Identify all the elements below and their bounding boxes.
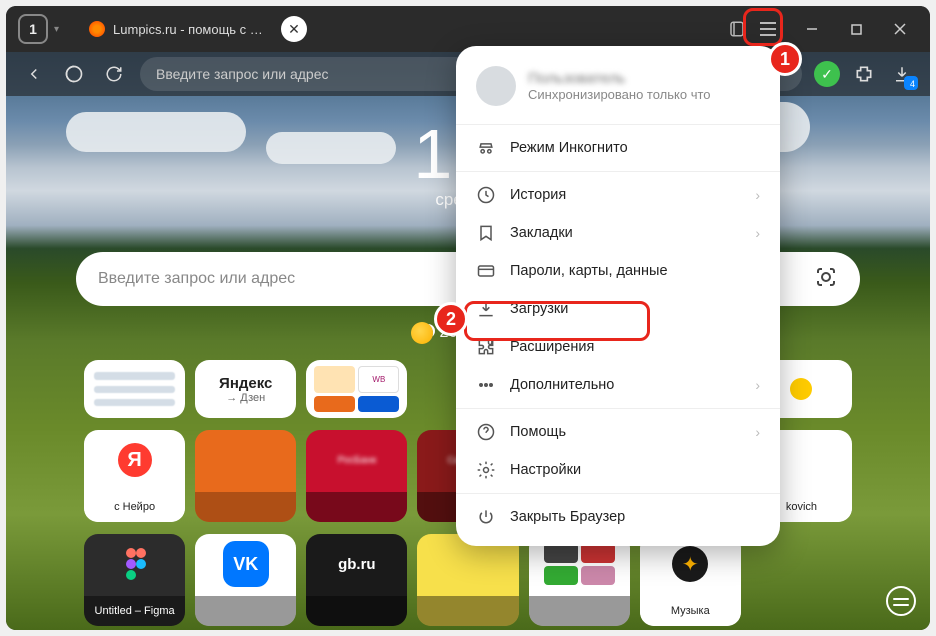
browser-window: 1 ▾ Lumpics.ru - помощь с ком ✕ [6,6,930,630]
menu-settings[interactable]: Настройки [456,451,780,489]
yandex-logo-icon: Я [118,443,152,477]
tile[interactable] [84,360,185,418]
tile[interactable]: WB [306,360,407,418]
reload-button[interactable] [100,60,128,88]
music-logo-icon: ✦ [672,546,708,582]
home-button[interactable] [60,60,88,88]
tab-counter[interactable]: 1 [18,14,48,44]
protect-shield-icon[interactable]: ✓ [814,61,840,87]
menu-user-section[interactable]: Пользователь Синхронизировано только что [456,62,780,120]
menu-history[interactable]: История› [456,176,780,214]
search-placeholder: Введите запрос или адрес [98,270,295,288]
maximize-button[interactable] [834,12,878,46]
download-count: 4 [910,79,915,89]
tile-neuro[interactable]: Яс Нейро [84,430,185,522]
chevron-right-icon: › [755,424,760,440]
power-icon [476,507,496,527]
tab-favicon-icon [89,21,105,37]
tile[interactable] [195,430,296,522]
gear-icon [476,460,496,480]
sidebar-toggle-icon[interactable] [720,12,754,46]
menu-downloads[interactable]: Загрузки [456,290,780,328]
close-window-button[interactable] [878,12,922,46]
downloads-button[interactable]: 4 [888,60,916,88]
browser-tab[interactable]: Lumpics.ru - помощь с ком [77,12,277,46]
tile-grid-row3: Untitled – Figma VK gb.ru ✦Музыка [84,534,852,626]
tile-yandex[interactable]: Яндекс→ Дзен [195,360,296,418]
vk-icon: VK [223,541,269,587]
help-icon [476,422,496,442]
menu-help[interactable]: Помощь› [456,413,780,451]
customize-button[interactable] [886,586,916,616]
tile-gb[interactable]: gb.ru [306,534,407,626]
menu-more[interactable]: Дополнительно› [456,366,780,404]
menu-passwords[interactable]: Пароли, карты, данные [456,252,780,290]
menu-close-browser[interactable]: Закрыть Браузер [456,498,780,536]
chevron-right-icon: › [755,225,760,241]
tab-dropdown-icon[interactable]: ▾ [54,24,59,35]
chevron-right-icon: › [755,377,760,393]
menu-bookmarks[interactable]: Закладки› [456,214,780,252]
incognito-icon [476,138,496,158]
dots-icon [476,375,496,395]
chevron-right-icon: › [755,187,760,203]
tab-close-button[interactable]: ✕ [281,16,307,42]
tile-vk[interactable]: VK [195,534,296,626]
download-icon [476,299,496,319]
minimize-button[interactable] [790,12,834,46]
tab-title: Lumpics.ru - помощь с ком [113,22,265,37]
bookmark-icon [476,223,496,243]
user-name: Пользователь [528,70,711,87]
image-search-icon[interactable] [814,265,838,294]
tile[interactable] [529,534,630,626]
back-button[interactable] [20,60,48,88]
main-menu-button[interactable] [754,15,782,43]
user-avatar-icon [476,66,516,106]
tile[interactable]: РосБанк [306,430,407,522]
sun-icon [411,322,433,344]
menu-incognito[interactable]: Режим Инкогнито [456,129,780,167]
tile[interactable] [417,534,518,626]
sync-status: Синхронизировано только что [528,87,711,102]
menu-extensions[interactable]: Расширения [456,328,780,366]
tile-music[interactable]: ✦Музыка [640,534,741,626]
window-controls [790,12,922,46]
figma-icon [124,548,146,580]
extensions-toolbar-icon[interactable] [850,60,878,88]
tile-figma[interactable]: Untitled – Figma [84,534,185,626]
history-icon [476,185,496,205]
puzzle-icon [476,337,496,357]
titlebar: 1 ▾ Lumpics.ru - помощь с ком ✕ [6,6,930,52]
card-icon [476,261,496,281]
main-menu-popup: Пользователь Синхронизировано только что… [456,46,780,546]
